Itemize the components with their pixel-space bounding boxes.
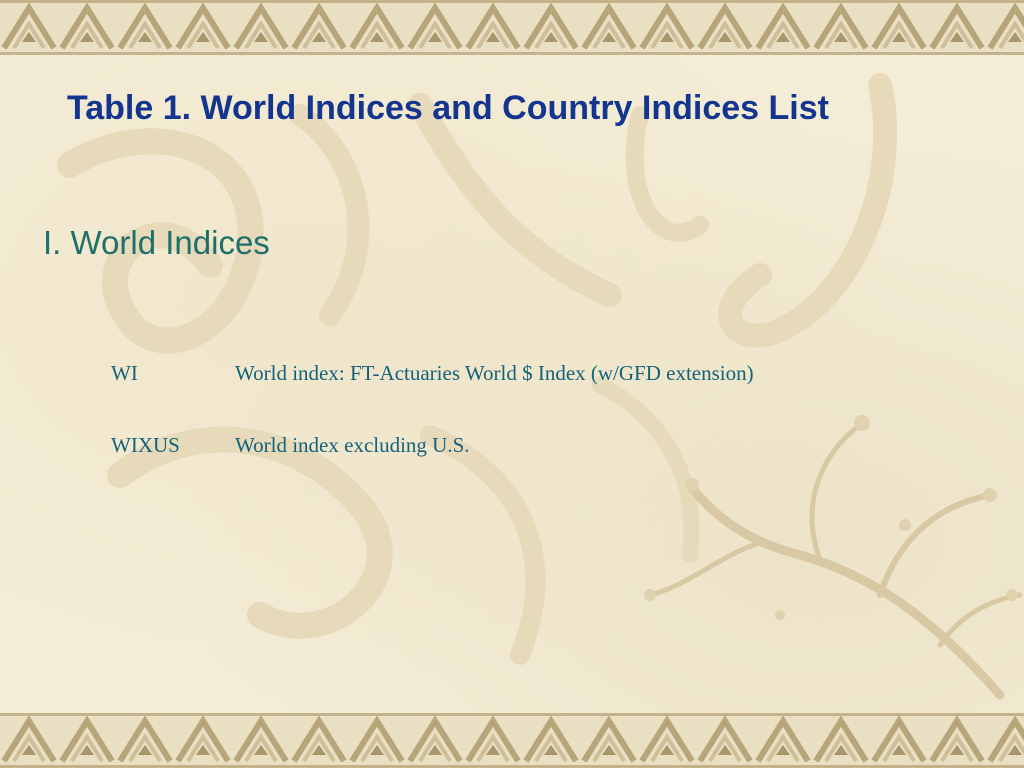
slide-title: Table 1. World Indices and Country Indic…: [67, 89, 829, 127]
top-border-pattern: [0, 0, 1024, 55]
index-row-wi: WI World index: FT-Actuaries World $ Ind…: [111, 358, 931, 430]
bottom-border-pattern: [0, 713, 1024, 768]
index-row-wixus: WIXUS World index excluding U.S.: [111, 430, 931, 502]
slide: Table 1. World Indices and Country Indic…: [0, 0, 1024, 768]
section-heading: I. World Indices: [43, 224, 270, 261]
index-description: World index excluding U.S.: [235, 433, 470, 457]
index-code: WI: [111, 361, 138, 385]
index-code: WIXUS: [111, 433, 180, 457]
index-description: World index: FT-Actuaries World $ Index …: [235, 361, 754, 385]
index-list: WI World index: FT-Actuaries World $ Ind…: [111, 358, 931, 502]
